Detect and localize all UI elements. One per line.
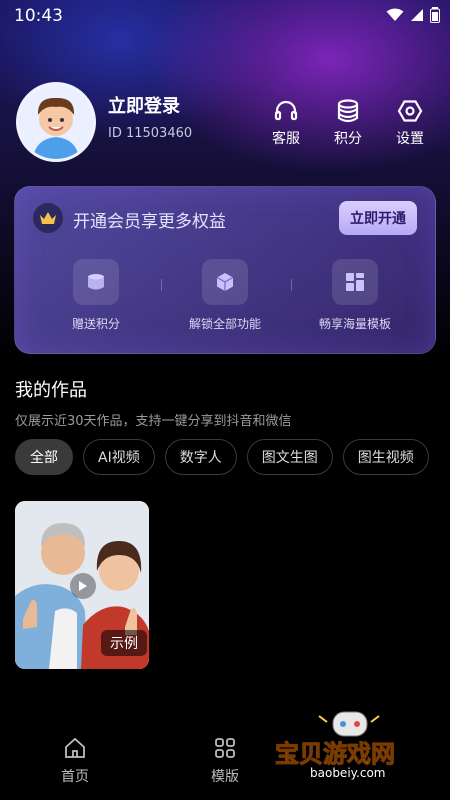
filter-chip-all[interactable]: 全部 [15, 439, 73, 475]
vip-banner[interactable]: 开通会员享更多权益 立即开通 赠送积分 解锁全部功能 畅享海量模板 [14, 186, 436, 354]
coins-icon [337, 99, 359, 123]
home-icon [65, 737, 85, 758]
hex-gear-icon [397, 100, 423, 122]
headset-icon [274, 100, 298, 121]
coin-stack-icon [88, 274, 104, 290]
benefit-label-points: 赠送积分 [71, 317, 120, 331]
filter-chip-digital-human[interactable]: 数字人 [164, 439, 237, 475]
watermark-text: 宝贝游戏网 [275, 740, 396, 769]
avatar-illustration [19, 85, 93, 159]
benefit-bonus-points[interactable]: 赠送积分 [41, 259, 151, 332]
avatar[interactable] [16, 82, 96, 162]
login-button[interactable]: 立即登录 [108, 92, 180, 118]
profile-section: 立即登录 ID 11503460 客服 积分 设置 [16, 82, 436, 162]
status-bar: 10:43 [0, 0, 450, 32]
play-button[interactable] [70, 573, 96, 599]
benefit-unlock-features[interactable]: 解锁全部功能 [170, 259, 280, 332]
divider [161, 279, 162, 291]
cube-icon [216, 273, 234, 291]
quick-actions: 客服 积分 设置 [266, 98, 430, 148]
benefit-label-unlock: 解锁全部功能 [188, 317, 261, 331]
customer-service-label: 客服 [272, 131, 300, 147]
status-time: 10:43 [14, 6, 63, 26]
points-button[interactable]: 积分 [328, 98, 368, 148]
battery-icon [430, 7, 440, 23]
nav-home[interactable]: 首页 [45, 736, 105, 786]
customer-service-button[interactable]: 客服 [266, 98, 306, 148]
templates-grid-icon [346, 273, 364, 291]
nav-templates-label: 模版 [211, 769, 239, 785]
benefit-templates[interactable]: 畅享海量模板 [300, 259, 410, 332]
divider [291, 279, 292, 291]
works-subtitle: 仅展示近30天作品，支持一键分享到抖音和微信 [15, 414, 292, 429]
filter-chips: 全部 AI视频 数字人 图文生图 图生视频 [15, 439, 429, 475]
nav-templates[interactable]: 模版 [195, 736, 255, 786]
play-icon [79, 581, 87, 591]
vip-benefits: 赠送积分 解锁全部功能 畅享海量模板 [15, 259, 435, 349]
settings-label: 设置 [396, 131, 424, 147]
benefit-label-templates: 畅享海量模板 [318, 317, 391, 331]
watermark-url: baobeiy.com [310, 766, 386, 780]
user-id: ID 11503460 [108, 126, 193, 141]
watermark-logo: 宝贝游戏网 baobeiy.com [275, 706, 445, 798]
vip-open-button[interactable]: 立即开通 [339, 201, 417, 235]
grid-icon [215, 738, 235, 758]
points-label: 积分 [334, 131, 362, 147]
crown-icon [33, 203, 63, 233]
status-icons [386, 7, 440, 23]
filter-chip-image-to-video[interactable]: 图生视频 [342, 439, 429, 475]
filter-chip-text-to-image[interactable]: 图文生图 [246, 439, 333, 475]
work-card[interactable]: 示例 [15, 501, 149, 669]
nav-home-label: 首页 [61, 769, 89, 785]
signal-icon [411, 9, 423, 21]
works-title: 我的作品 [15, 380, 87, 401]
sample-badge: 示例 [101, 630, 147, 656]
filter-chip-ai-video[interactable]: AI视频 [83, 439, 155, 475]
settings-button[interactable]: 设置 [390, 98, 430, 148]
vip-title: 开通会员享更多权益 [73, 212, 226, 232]
wifi-icon [386, 8, 404, 21]
